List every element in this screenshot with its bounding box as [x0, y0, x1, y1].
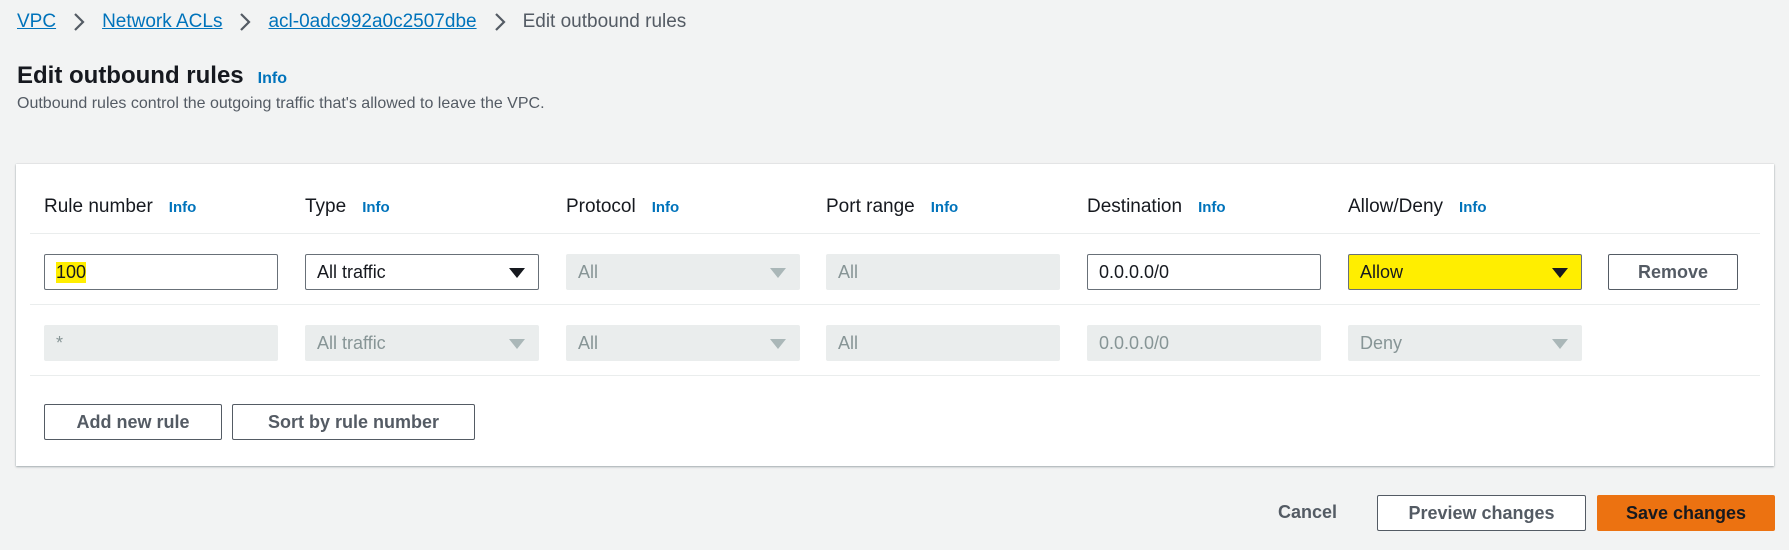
- protocol-select-value: All: [578, 261, 599, 282]
- default-protocol-value: All: [578, 332, 599, 353]
- remove-button[interactable]: Remove: [1608, 254, 1738, 290]
- column-header-allow-deny: Allow/Deny Info: [1348, 196, 1487, 218]
- allow-deny-info-link[interactable]: Info: [1459, 199, 1487, 216]
- row-divider: [30, 233, 1760, 234]
- row-divider: [30, 375, 1760, 376]
- rules-panel: Rule number Info Type Info Protocol Info…: [16, 164, 1774, 466]
- default-rule-number-input: *: [44, 325, 278, 361]
- protocol-info-link[interactable]: Info: [652, 199, 680, 216]
- page-header: Edit outbound rules Info: [17, 62, 287, 90]
- allow-deny-select[interactable]: Allow: [1348, 254, 1582, 290]
- caret-down-icon: [509, 268, 525, 278]
- port-range-value: All: [838, 261, 859, 282]
- breadcrumb-network-acls-link[interactable]: Network ACLs: [102, 11, 222, 33]
- caret-down-icon: [1552, 268, 1568, 278]
- save-changes-button[interactable]: Save changes: [1597, 495, 1775, 531]
- destination-value: 0.0.0.0/0: [1099, 261, 1170, 282]
- caret-down-icon: [509, 339, 525, 349]
- column-label: Type: [305, 196, 347, 217]
- breadcrumb-current: Edit outbound rules: [522, 11, 687, 32]
- type-select-value: All traffic: [317, 261, 386, 282]
- type-select[interactable]: All traffic: [305, 254, 539, 290]
- rule-number-info-link[interactable]: Info: [169, 199, 197, 216]
- protocol-select: All: [566, 254, 800, 290]
- rule-number-value: 100: [56, 261, 87, 283]
- default-allow-deny-select: Deny: [1348, 325, 1582, 361]
- default-rule-number-value: *: [56, 332, 64, 353]
- column-header-rule-number: Rule number Info: [44, 196, 196, 218]
- breadcrumb-acl-link[interactable]: acl-0adc992a0c2507dbe: [268, 11, 476, 33]
- default-port-range-input: All: [826, 325, 1060, 361]
- preview-changes-button[interactable]: Preview changes: [1377, 495, 1586, 531]
- chevron-right-icon: [487, 11, 513, 33]
- caret-down-icon: [770, 268, 786, 278]
- allow-deny-value: Allow: [1360, 261, 1404, 282]
- breadcrumb-vpc-link[interactable]: VPC: [17, 11, 56, 33]
- breadcrumb: VPC Network ACLs acl-0adc992a0c2507dbe E…: [17, 11, 686, 33]
- column-label: Destination: [1087, 196, 1183, 217]
- caret-down-icon: [1552, 339, 1568, 349]
- column-header-port-range: Port range Info: [826, 196, 958, 218]
- row-divider: [30, 304, 1760, 305]
- cancel-button[interactable]: Cancel: [1278, 502, 1337, 523]
- default-protocol-select: All: [566, 325, 800, 361]
- default-type-value: All traffic: [317, 332, 386, 353]
- page-info-link[interactable]: Info: [258, 70, 287, 88]
- chevron-right-icon: [232, 11, 258, 33]
- column-header-protocol: Protocol Info: [566, 196, 679, 218]
- column-label: Rule number: [44, 196, 153, 217]
- default-destination-value: 0.0.0.0/0: [1099, 332, 1170, 353]
- caret-down-icon: [770, 339, 786, 349]
- add-new-rule-button[interactable]: Add new rule: [44, 404, 222, 440]
- column-label: Protocol: [566, 196, 636, 217]
- destination-input[interactable]: 0.0.0.0/0: [1087, 254, 1321, 290]
- column-label: Port range: [826, 196, 915, 217]
- type-info-link[interactable]: Info: [362, 199, 390, 216]
- column-label: Allow/Deny: [1348, 196, 1444, 217]
- default-type-select: All traffic: [305, 325, 539, 361]
- page-title: Edit outbound rules: [17, 62, 244, 89]
- port-range-info-link[interactable]: Info: [931, 199, 959, 216]
- default-allow-deny-value: Deny: [1360, 332, 1403, 353]
- default-destination-input: 0.0.0.0/0: [1087, 325, 1321, 361]
- page-description: Outbound rules control the outgoing traf…: [17, 95, 545, 112]
- chevron-right-icon: [66, 11, 92, 33]
- port-range-input: All: [826, 254, 1060, 290]
- rule-number-input[interactable]: 100: [44, 254, 278, 290]
- column-header-destination: Destination Info: [1087, 196, 1226, 218]
- column-header-type: Type Info: [305, 196, 390, 218]
- sort-by-rule-number-button[interactable]: Sort by rule number: [232, 404, 475, 440]
- default-port-range-value: All: [838, 332, 859, 353]
- destination-info-link[interactable]: Info: [1198, 199, 1226, 216]
